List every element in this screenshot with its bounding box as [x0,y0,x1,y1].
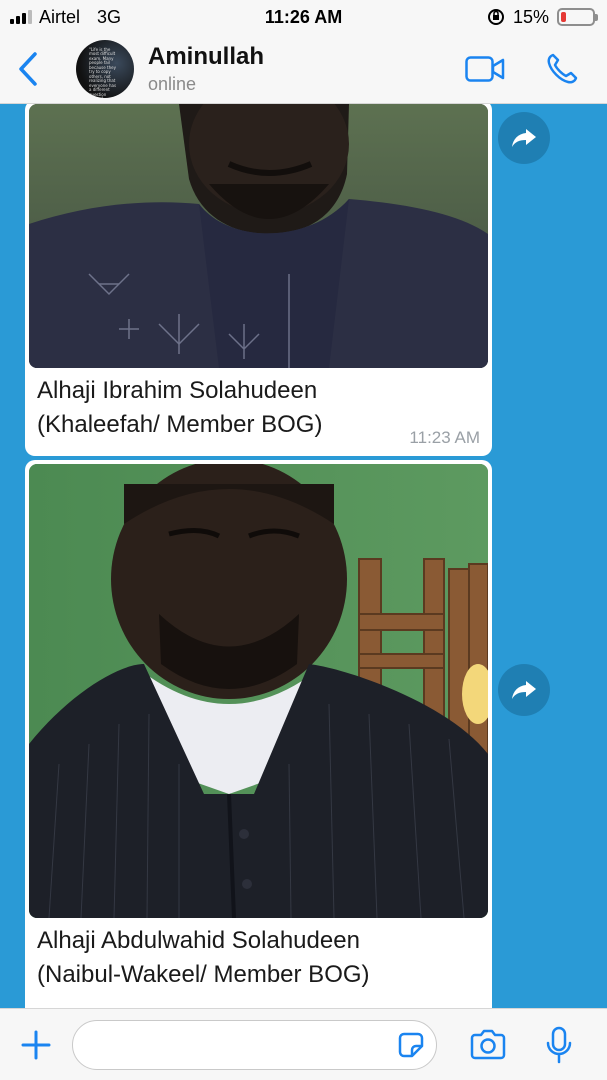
message-input-box[interactable] [72,1019,437,1070]
battery-percent: 15% [512,6,549,27]
contact-info[interactable]: Aminullah online [148,43,264,95]
message-input[interactable] [87,1021,396,1068]
avatar-quote: "Life is the most difficult exam. Many p… [89,46,117,98]
plus-icon [21,1030,51,1059]
rotation-lock-icon [487,9,504,25]
message-time: 11:23 AM [409,428,480,447]
phone-icon[interactable] [545,52,579,86]
back-button[interactable] [0,34,56,104]
camera-icon[interactable] [469,1029,507,1061]
image-message[interactable]: Alhaji Ibrahim Solahudeen (Khaleefah/ Me… [25,104,492,456]
forward-icon [512,681,536,699]
portrait-photo [29,104,488,368]
message-photo[interactable] [29,464,488,918]
portrait-photo [29,464,488,918]
back-icon [19,51,37,86]
caption-line: (Naibul-Wakeel/ Member BOG) [37,961,370,988]
forward-button[interactable] [498,112,550,164]
sticker-icon[interactable] [396,1030,426,1060]
message-photo[interactable] [29,104,488,368]
microphone-icon[interactable] [545,1026,573,1064]
video-call-icon[interactable] [465,55,505,82]
signal-icon [10,10,32,24]
chat-area: Alhaji Ibrahim Solahudeen (Khaleefah/ Me… [0,104,607,1008]
caption-line: Alhaji Ibrahim Solahudeen [37,377,318,404]
avatar[interactable]: "Life is the most difficult exam. Many p… [76,39,134,98]
composer-bar [0,1008,607,1080]
carrier-name: Airtel [39,6,81,27]
contact-name: Aminullah [148,42,265,70]
battery-icon [557,8,598,26]
image-message[interactable]: Alhaji Abdulwahid Solahudeen (Naibul-Wak… [25,460,492,1008]
status-left: Airtel 3G [10,7,121,28]
attach-button[interactable] [0,1009,72,1080]
chat-header: "Life is the most difficult exam. Many p… [0,34,607,104]
forward-button[interactable] [498,664,550,716]
status-right: 15% [487,6,598,28]
header-actions [465,52,607,86]
contact-status: online [148,73,197,94]
message-caption: Alhaji Abdulwahid Solahudeen (Naibul-Wak… [29,918,488,992]
forward-icon [512,129,536,147]
status-bar: Airtel 3G 11:26 AM 15% [0,0,607,34]
caption-line: Alhaji Abdulwahid Solahudeen [37,927,360,954]
network-type: 3G [97,6,122,27]
